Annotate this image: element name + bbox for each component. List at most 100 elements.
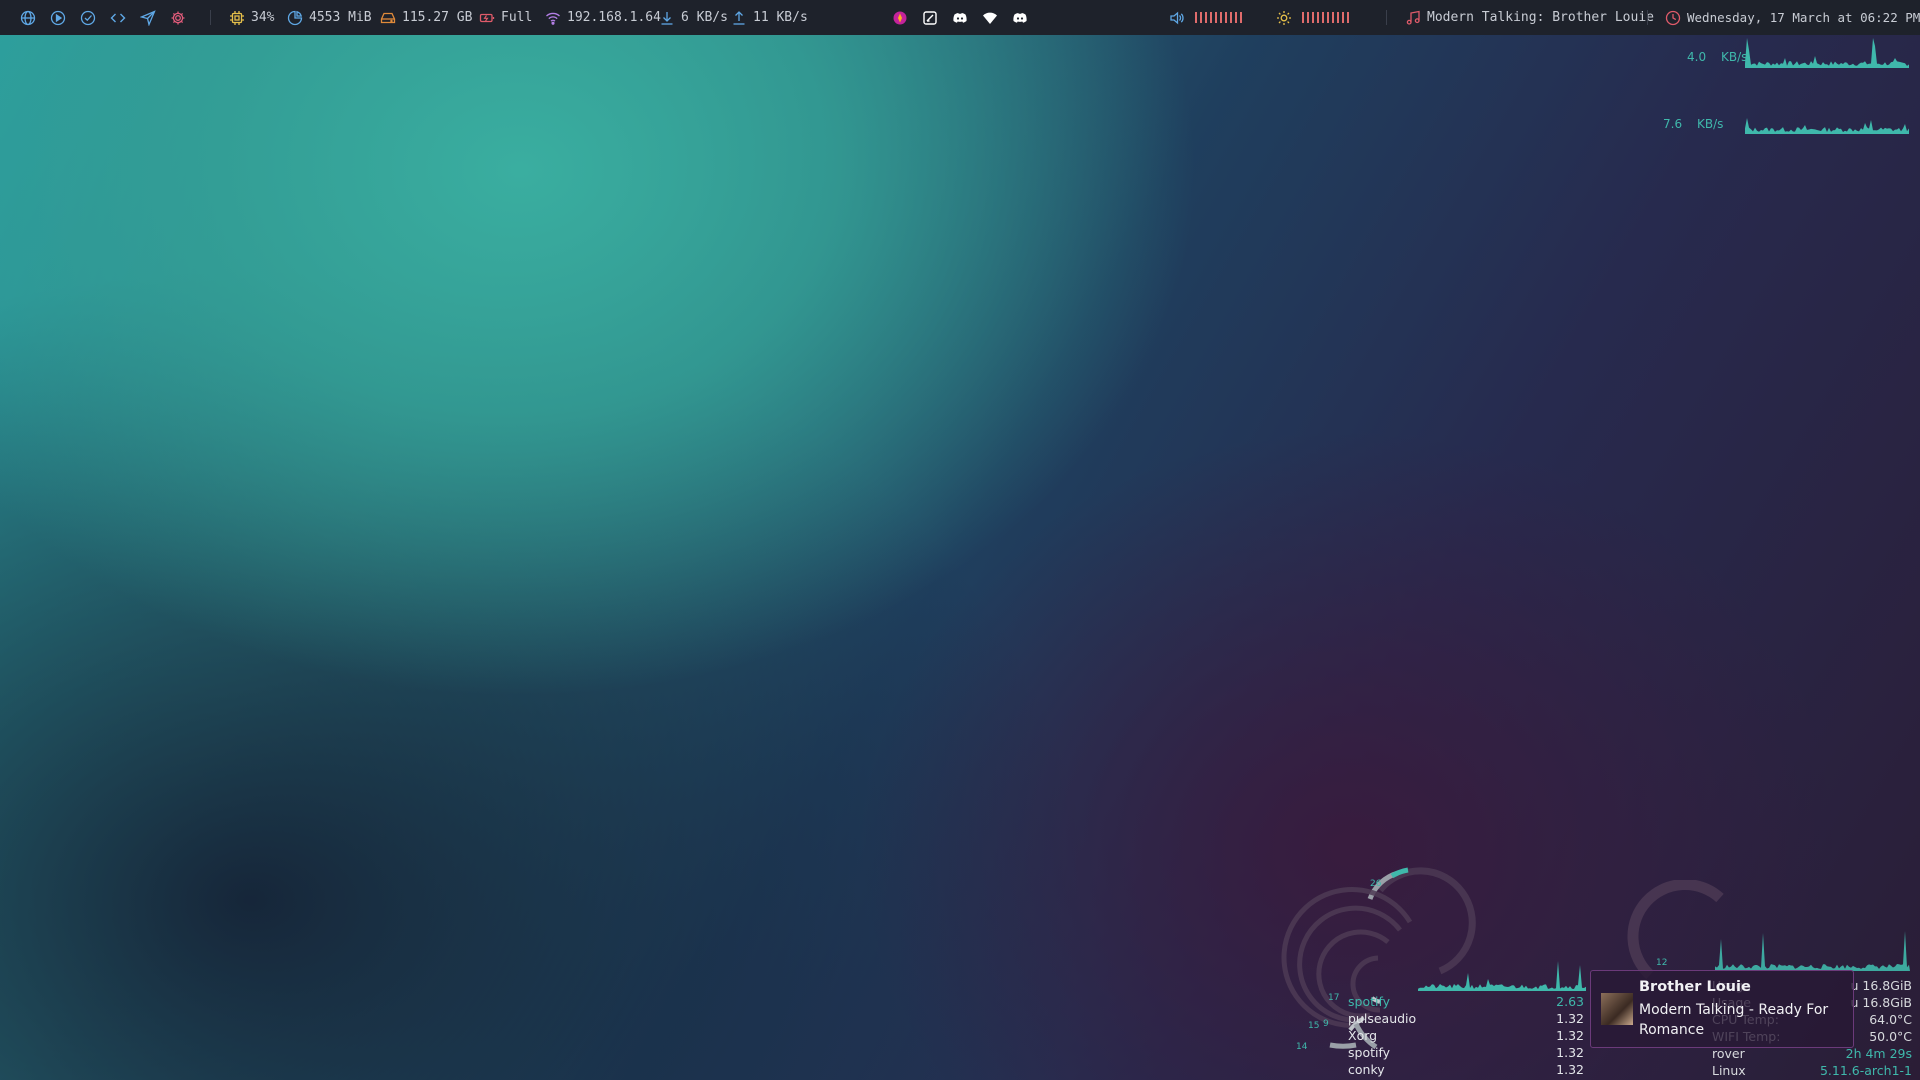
divider [210, 10, 211, 25]
net-up-value: 4.0 [1687, 50, 1707, 64]
process-row: spotify 1.32 [1348, 1044, 1584, 1061]
process-name: spotify [1348, 994, 1391, 1009]
notification-popup[interactable]: Brother Louie Modern Talking - Ready For… [1590, 970, 1854, 1048]
download-speed: 6 KB/s [681, 10, 728, 25]
memory-graph [1715, 931, 1910, 971]
process-cpu-value: 1.32 [1556, 1045, 1584, 1060]
music-note-icon [1405, 10, 1421, 26]
notes-icon[interactable] [922, 0, 938, 35]
level-bar [1317, 12, 1319, 23]
wifi-tray-icon[interactable] [982, 0, 998, 35]
sysinfo-value: u 16.8GiB [1850, 995, 1912, 1010]
battery-icon [479, 10, 495, 26]
clock-widget[interactable]: Wednesday, 17 March at 06:22 PM [1665, 0, 1920, 35]
graph-area [1715, 931, 1910, 971]
music-widget[interactable]: Modern Talking: Brother Louie [1405, 0, 1654, 35]
process-row: Xorg 1.32 [1348, 1027, 1584, 1044]
album-art-thumbnail [1601, 993, 1633, 1025]
globe-icon[interactable] [20, 0, 36, 35]
net-down-value: 7.6 [1663, 117, 1683, 131]
level-bar [1342, 12, 1344, 23]
level-bar [1220, 12, 1222, 23]
level-bar [1200, 12, 1202, 23]
level-bar [1322, 12, 1324, 23]
check-circle-icon[interactable] [80, 0, 96, 35]
upload-speed: 11 KB/s [753, 10, 808, 25]
sysinfo-value: 2h 4m 29s [1845, 1046, 1912, 1061]
process-name: conky [1348, 1062, 1385, 1077]
brightness-widget[interactable] [1276, 0, 1349, 35]
sysinfo-value: 5.11.6-arch1-1 [1819, 1063, 1912, 1078]
level-bar [1302, 12, 1304, 23]
brightness-icon [1276, 10, 1292, 26]
cpu-graph [1418, 961, 1586, 991]
net-up-graph [1745, 38, 1909, 68]
divider [1647, 10, 1648, 25]
discord-icon[interactable] [952, 0, 968, 35]
play-circle-icon[interactable] [50, 0, 66, 35]
divider [1386, 10, 1387, 25]
process-list: spotify 2.63 pulseaudio 1.32 Xorg 1.32 spotify… [1348, 993, 1584, 1078]
graph-area [1745, 118, 1909, 134]
process-name: spotify [1348, 1045, 1391, 1060]
send-icon[interactable] [140, 0, 156, 35]
level-bar [1205, 12, 1207, 23]
process-cpu-value: 2.63 [1556, 994, 1584, 1009]
tray-app-icon[interactable] [892, 0, 908, 35]
process-cpu-value: 1.32 [1556, 1028, 1584, 1043]
level-bar [1215, 12, 1217, 23]
network-widget: 192.168.1.64 [545, 0, 661, 35]
cpu-usage-value: 34% [251, 10, 275, 25]
code-icon[interactable] [110, 0, 126, 35]
battery-status-value: Full [501, 10, 533, 25]
dial-number: 17 [1328, 993, 1339, 1003]
dial-number: 9 [1323, 1019, 1329, 1029]
dial-number: 15 [1308, 1021, 1319, 1031]
level-bar [1195, 12, 1197, 23]
process-row: pulseaudio 1.32 [1348, 1010, 1584, 1027]
now-playing-title: Modern Talking: Brother Louie [1427, 10, 1654, 25]
process-name: pulseaudio [1348, 1011, 1417, 1026]
level-bar [1235, 12, 1237, 23]
discord-icon[interactable] [1012, 0, 1028, 35]
process-row: conky 1.32 [1348, 1061, 1584, 1078]
top-bar: 34% 4553 MiB 115.27 GB Full 192.168.1.64… [0, 0, 1920, 35]
volume-icon [1169, 10, 1185, 26]
sysinfo-label: Linux [1712, 1063, 1746, 1078]
dial-number: 26 [1370, 879, 1382, 889]
level-bar [1337, 12, 1339, 23]
level-bar [1210, 12, 1212, 23]
memory-icon [287, 10, 303, 26]
memory-usage-value: 4553 MiB [309, 10, 372, 25]
level-bar [1225, 12, 1227, 23]
download-widget: 6 KB/s [659, 0, 728, 35]
graph-area [1418, 961, 1586, 991]
sysinfo-value: 64.0°C [1869, 1012, 1912, 1027]
upload-widget: 11 KB/s [731, 0, 808, 35]
cpu-icon [229, 10, 245, 26]
level-bar [1307, 12, 1309, 23]
process-cpu-value: 1.32 [1556, 1062, 1584, 1077]
gear-icon[interactable] [170, 0, 186, 35]
volume-level-bars[interactable] [1195, 12, 1242, 23]
clock-text: Wednesday, 17 March at 06:22 PM [1687, 10, 1920, 25]
level-bar [1332, 12, 1334, 23]
graph-area [1745, 38, 1909, 68]
wifi-icon [545, 10, 561, 26]
disk-widget: 115.27 GB [380, 0, 472, 35]
sysinfo-row: Linux 5.11.6-arch1-1 [1712, 1062, 1912, 1079]
download-arrow-icon [659, 10, 675, 26]
battery-widget: Full [479, 0, 532, 35]
dial-number: 14 [1296, 1042, 1308, 1052]
brightness-level-bars[interactable] [1302, 12, 1349, 23]
volume-widget[interactable] [1169, 0, 1242, 35]
disk-icon [380, 10, 396, 26]
net-down-unit: KB/s [1697, 117, 1724, 131]
net-down-graph [1745, 118, 1909, 134]
ip-address: 192.168.1.64 [567, 10, 661, 25]
memory-widget: 4553 MiB [287, 0, 372, 35]
level-bar [1327, 12, 1329, 23]
dial-number: 12 [1656, 958, 1667, 968]
process-cpu-value: 1.32 [1556, 1011, 1584, 1026]
notification-body: Modern Talking - Ready For Romance [1639, 1002, 1829, 1038]
